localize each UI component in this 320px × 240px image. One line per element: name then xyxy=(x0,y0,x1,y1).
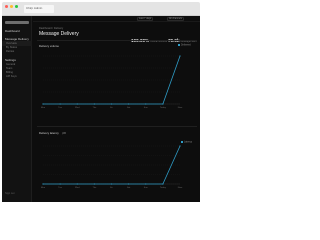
sidebar-group-settings[interactable]: Settings xyxy=(5,58,16,62)
brand-logo[interactable] xyxy=(5,21,29,24)
x-tick-label: Now xyxy=(178,187,183,189)
sidebar-item-api-keys[interactable]: API Keys xyxy=(6,75,17,78)
sign-out-link[interactable]: Sign out xyxy=(5,192,15,195)
x-tick-label: Mon xyxy=(41,187,46,189)
x-tick-label: Tue xyxy=(58,187,62,189)
data-point xyxy=(76,183,78,185)
sidebar: Dashboard Message Delivery Overview By S… xyxy=(2,16,32,202)
browser-tab[interactable]: Chirp Admin xyxy=(24,5,54,13)
sidebar-item-team[interactable]: Team xyxy=(6,67,12,70)
sidebar-item-dashboard[interactable]: Dashboard xyxy=(5,29,20,33)
chart-2-plot: Mon Tue Wed Thu Fri Sat Sun Today Now xyxy=(41,145,183,189)
x-tick-label: Fri xyxy=(110,186,113,189)
x-tick-label: Wed xyxy=(75,187,80,189)
data-point xyxy=(179,145,181,147)
browser-titlebar: Chirp Admin xyxy=(2,2,200,16)
window-controls xyxy=(5,5,18,8)
sidebar-group-delivery[interactable]: Message Delivery xyxy=(5,37,29,41)
data-point xyxy=(145,183,147,185)
sidebar-item-billing[interactable]: Billing xyxy=(6,71,13,74)
data-point xyxy=(128,183,130,185)
data-point xyxy=(59,183,61,185)
minimize-window-icon[interactable] xyxy=(10,5,13,8)
x-tick-label: Today xyxy=(160,187,167,189)
sidebar-item-by-status[interactable]: By Status xyxy=(6,46,17,49)
sidebar-item-overview[interactable]: Overview xyxy=(6,42,17,45)
x-tick-label: Sun xyxy=(144,187,149,189)
x-tick-label: Sat xyxy=(127,186,131,189)
close-window-icon[interactable] xyxy=(5,5,8,8)
data-point xyxy=(162,183,164,185)
data-point xyxy=(93,183,95,185)
data-point xyxy=(42,183,44,185)
app-window: Dashboard Message Delivery Overview By S… xyxy=(2,16,200,202)
browser-tab-title: Chirp Admin xyxy=(26,6,43,10)
sidebar-item-general[interactable]: General xyxy=(6,63,15,66)
sidebar-item-retries[interactable]: Retries xyxy=(6,50,14,53)
x-tick-label: Thu xyxy=(92,187,97,189)
data-point xyxy=(110,183,113,185)
zoom-window-icon[interactable] xyxy=(15,5,18,8)
main-content: Last 7 days All channels Dashboard / Del… xyxy=(33,16,200,202)
